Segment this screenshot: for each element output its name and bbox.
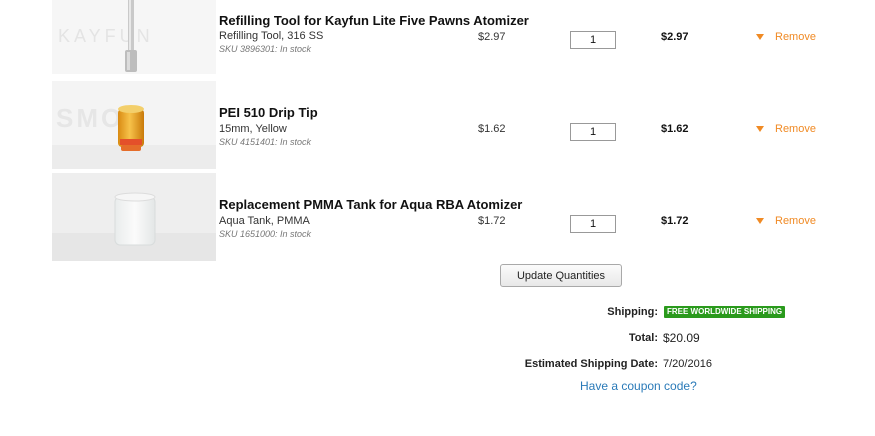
quantity-input[interactable] [570,123,616,141]
unit-price: $1.62 [478,123,506,135]
unit-price: $1.72 [478,215,506,227]
product-sku: SKU 4151401: In stock [219,137,312,147]
remove-link[interactable]: Remove [775,215,816,227]
ship-date-value: 7/20/2016 [663,358,712,370]
unit-price: $2.97 [478,31,506,43]
cart-item-row: Replacement PMMA Tank for Aqua RBA Atomi… [0,173,875,263]
free-shipping-badge: FREE WORLDWIDE SHIPPING [664,306,786,318]
total-label: Total: [628,332,658,344]
coupon-code-link[interactable]: Have a coupon code? [580,379,697,393]
product-name[interactable]: Replacement PMMA Tank for Aqua RBA Atomi… [219,197,522,212]
product-thumbnail[interactable]: SMOS [52,81,216,169]
remove-link[interactable]: Remove [775,123,816,135]
product-sku: SKU 3896301: In stock [219,44,312,54]
product-thumbnail[interactable]: KAYFUN [52,0,216,74]
product-variant: Refilling Tool, 316 SS [219,30,324,42]
product-name[interactable]: PEI 510 Drip Tip [219,105,318,120]
cart-item-row: KAYFUN Refilling Tool for Kayfun Lite Fi… [0,0,875,74]
svg-text:KAYFUN: KAYFUN [58,26,154,46]
product-variant: Aqua Tank, PMMA [219,215,310,227]
refilling-tool-image: KAYFUN [52,0,216,74]
total-value: $20.09 [663,331,700,345]
cart-item-row: SMOS PEI 510 Drip Tip 15mm, Yellow SKU 4… [0,81,875,171]
product-name[interactable]: Refilling Tool for Kayfun Lite Five Pawn… [219,13,529,28]
item-subtotal: $2.97 [661,31,689,43]
quantity-input[interactable] [570,215,616,233]
product-variant: 15mm, Yellow [219,123,287,135]
product-thumbnail[interactable] [52,173,216,261]
drip-tip-image: SMOS [52,81,216,169]
remove-arrow-icon [756,218,764,224]
item-subtotal: $1.72 [661,215,689,227]
pmma-tank-image [52,173,216,261]
item-subtotal: $1.62 [661,123,689,135]
product-sku: SKU 1651000: In stock [219,229,312,239]
remove-link[interactable]: Remove [775,31,816,43]
shipping-label: Shipping: [607,306,658,318]
remove-arrow-icon [756,34,764,40]
ship-date-label: Estimated Shipping Date: [524,358,658,370]
update-quantities-button[interactable]: Update Quantities [500,264,622,287]
remove-arrow-icon [756,126,764,132]
quantity-input[interactable] [570,31,616,49]
